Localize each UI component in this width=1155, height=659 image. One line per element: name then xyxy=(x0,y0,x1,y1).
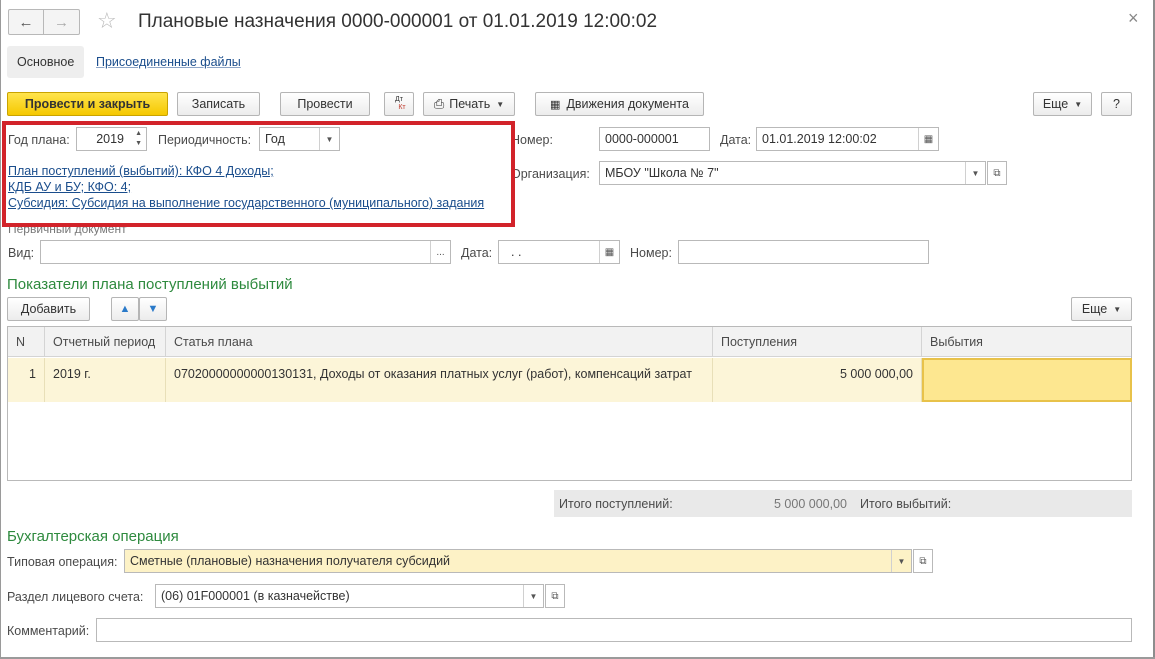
primary-doc-date-value: . . xyxy=(511,245,522,259)
totals-bar: Итого поступлений: 5 000 000,00 Итого вы… xyxy=(554,490,1132,517)
total-income-label: Итого поступлений: xyxy=(559,497,673,511)
cell-period[interactable]: 2019 г. xyxy=(45,358,166,402)
calendar-icon[interactable]: ▦ xyxy=(918,128,938,150)
cell-expense[interactable] xyxy=(922,358,1132,402)
date-value: 01.01.2019 12:00:02 xyxy=(762,132,877,146)
chevron-down-icon[interactable]: ▼ xyxy=(891,550,911,572)
arrow-right-icon: → xyxy=(54,13,69,31)
post-and-close-button[interactable]: Провести и закрыть xyxy=(7,92,168,116)
chevron-down-icon: ▼ xyxy=(1074,99,1083,109)
window-border-left xyxy=(0,0,1,659)
close-icon[interactable]: × xyxy=(1128,8,1139,29)
cell-income[interactable]: 5 000 000,00 xyxy=(713,358,922,402)
column-header-n[interactable]: N xyxy=(8,327,45,357)
organization-field[interactable]: МБОУ "Школа № 7" ▼ xyxy=(599,161,986,185)
indicators-section-title: Показатели плана поступлений выбытий xyxy=(7,276,293,293)
column-header-expense[interactable]: Выбытия xyxy=(922,327,1131,357)
typical-operation-value: Сметные (плановые) назначения получателя… xyxy=(130,554,451,568)
kt-label: Кт xyxy=(398,104,406,111)
number-field[interactable]: 0000-000001 xyxy=(599,127,710,151)
total-income-value: 5 000 000,00 xyxy=(774,497,847,511)
table-more-label: Еще xyxy=(1081,302,1108,316)
arrow-up-icon: ▲ xyxy=(119,303,131,315)
arrow-down-icon: ▼ xyxy=(147,303,159,315)
print-label: Печать xyxy=(449,97,491,111)
dt-kt-button[interactable]: Дт Кт xyxy=(384,92,414,116)
typical-operation-field[interactable]: Сметные (плановые) назначения получателя… xyxy=(124,549,912,573)
organization-label: Организация: xyxy=(511,167,590,181)
accounting-section-title: Бухгалтерская операция xyxy=(7,528,179,545)
date-label: Дата: xyxy=(720,133,752,147)
document-movements-button[interactable]: ▦ Движения документа xyxy=(535,92,704,116)
indicators-table[interactable]: N Отчетный период Статья плана Поступлен… xyxy=(7,326,1132,481)
column-header-income[interactable]: Поступления xyxy=(713,327,922,357)
star-icon[interactable]: ☆ xyxy=(97,8,117,34)
primary-doc-date-label: Дата: xyxy=(461,246,493,260)
cell-article[interactable]: 07020000000000130131, Доходы от оказания… xyxy=(166,358,713,402)
comment-label: Комментарий: xyxy=(7,624,90,638)
printer-icon: ⎙ xyxy=(433,96,445,111)
tab-attached-files[interactable]: Присоединенные файлы xyxy=(96,55,241,69)
forward-button[interactable]: → xyxy=(44,9,80,35)
dt-label: Дт xyxy=(395,96,403,103)
add-row-button[interactable]: Добавить xyxy=(7,297,90,321)
primary-doc-type-field[interactable]: ... xyxy=(40,240,451,264)
ellipsis-icon[interactable]: ... xyxy=(430,241,450,263)
movements-icon: ▦ xyxy=(550,98,561,111)
movements-label: Движения документа xyxy=(566,97,689,111)
open-organization-icon[interactable]: ⧉ xyxy=(987,161,1007,185)
move-up-button[interactable]: ▲ xyxy=(111,297,139,321)
chevron-down-icon: ▼ xyxy=(1113,304,1122,314)
page-title: Плановые назначения 0000-000001 от 01.01… xyxy=(138,11,658,32)
comment-field[interactable] xyxy=(96,618,1132,642)
save-button[interactable]: Записать xyxy=(177,92,260,116)
column-header-period[interactable]: Отчетный период xyxy=(45,327,166,357)
total-expense-label: Итого выбытий: xyxy=(860,497,952,511)
table-more-button[interactable]: Еще ▼ xyxy=(1071,297,1132,321)
move-down-button[interactable]: ▼ xyxy=(139,297,167,321)
help-button[interactable]: ? xyxy=(1101,92,1132,116)
more-button[interactable]: Еще ▼ xyxy=(1033,92,1092,116)
tab-main[interactable]: Основное xyxy=(7,46,85,78)
primary-doc-number-field[interactable] xyxy=(678,240,929,264)
typical-operation-label: Типовая операция: xyxy=(7,555,118,569)
primary-doc-number-label: Номер: xyxy=(630,246,672,260)
chevron-down-icon: ▼ xyxy=(496,99,505,109)
open-operation-icon[interactable]: ⧉ xyxy=(913,549,933,573)
arrow-left-icon: ← xyxy=(18,13,34,31)
primary-doc-date-field[interactable]: . . ▦ xyxy=(498,240,620,264)
column-header-article[interactable]: Статья плана xyxy=(166,327,713,357)
back-button[interactable]: ← xyxy=(8,9,44,35)
chevron-down-icon[interactable]: ▼ xyxy=(523,585,543,607)
account-section-value: (06) 01F000001 (в казначействе) xyxy=(161,589,350,603)
calendar-icon[interactable]: ▦ xyxy=(599,241,619,263)
account-section-label: Раздел лицевого счета: xyxy=(7,590,144,604)
organization-value: МБОУ "Школа № 7" xyxy=(605,166,719,180)
post-button[interactable]: Провести xyxy=(280,92,370,116)
chevron-down-icon[interactable]: ▼ xyxy=(965,162,985,184)
open-account-section-icon[interactable]: ⧉ xyxy=(545,584,565,608)
cell-n[interactable]: 1 xyxy=(8,358,45,402)
date-field[interactable]: 01.01.2019 12:00:02 ▦ xyxy=(756,127,939,151)
table-header: N Отчетный период Статья плана Поступлен… xyxy=(8,327,1131,357)
number-label: Номер: xyxy=(511,133,553,147)
account-section-field[interactable]: (06) 01F000001 (в казначействе) ▼ xyxy=(155,584,544,608)
more-label: Еще xyxy=(1042,97,1069,111)
primary-doc-type-label: Вид: xyxy=(8,246,35,260)
highlight-frame xyxy=(2,121,515,227)
table-row[interactable]: 1 2019 г. 07020000000000130131, Доходы о… xyxy=(8,358,1132,402)
print-button[interactable]: ⎙ Печать ▼ xyxy=(423,92,515,116)
